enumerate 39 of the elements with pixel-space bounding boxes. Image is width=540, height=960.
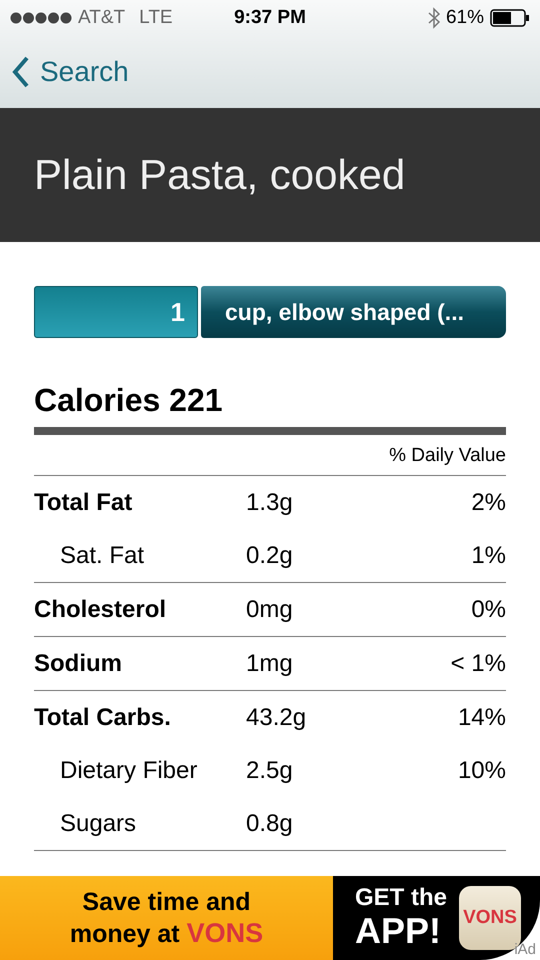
daily-percent: 14%	[456, 704, 506, 732]
daily-percent: 2%	[470, 488, 506, 516]
daily-percent: < 1%	[450, 650, 506, 678]
nutrient-amount: 0.2g	[246, 542, 294, 570]
nutrient-amount: 0.8g	[246, 810, 294, 838]
nutrient-amount: 1mg	[246, 650, 294, 678]
nutrient-name: Sugars	[59, 810, 138, 838]
nutrient-amount: 43.2g	[246, 704, 308, 732]
back-chevron-icon	[12, 56, 30, 88]
battery-percent: 61%	[446, 7, 484, 29]
ad-cta: APP!	[355, 911, 442, 951]
ad-text: money at VONS	[70, 916, 264, 950]
carrier-name: AT&T	[78, 7, 126, 29]
nutrient-amount: 0mg	[246, 596, 294, 624]
nutrient-name: Sodium	[34, 650, 123, 678]
nutrient-name: Total Carbs.	[34, 704, 172, 732]
serving-amount-field[interactable]: 1	[34, 286, 198, 338]
ad-text: Save time and	[82, 886, 251, 917]
iad-label: iAd	[514, 941, 536, 958]
nutrient-name: Dietary Fiber	[59, 756, 198, 784]
back-link[interactable]: Search	[12, 56, 129, 88]
nutrient-name: Total Fat	[34, 488, 134, 516]
daily-value-header: % Daily Value	[34, 435, 506, 476]
nutrient-amount: 1.3g	[246, 488, 294, 516]
network-type: LTE	[139, 7, 173, 29]
daily-percent: 10%	[456, 756, 506, 784]
calories-heading: Calories 221	[34, 382, 224, 420]
nutrient-name: Cholesterol	[34, 596, 168, 624]
ad-cta: GET the	[355, 885, 448, 912]
nutrient-amount: 2.5g	[246, 756, 294, 784]
serving-unit-selector[interactable]: cup, elbow shaped (...	[201, 286, 506, 338]
clock-time: 9:37 PM	[234, 7, 306, 29]
nutrient-name: Sat. Fat	[59, 542, 146, 570]
battery-icon	[490, 9, 530, 27]
signal-icon	[10, 12, 72, 24]
bluetooth-icon	[428, 7, 440, 29]
daily-percent: 0%	[470, 596, 506, 624]
daily-percent: 1%	[470, 542, 506, 570]
food-title: Plain Pasta, cooked	[34, 151, 406, 199]
